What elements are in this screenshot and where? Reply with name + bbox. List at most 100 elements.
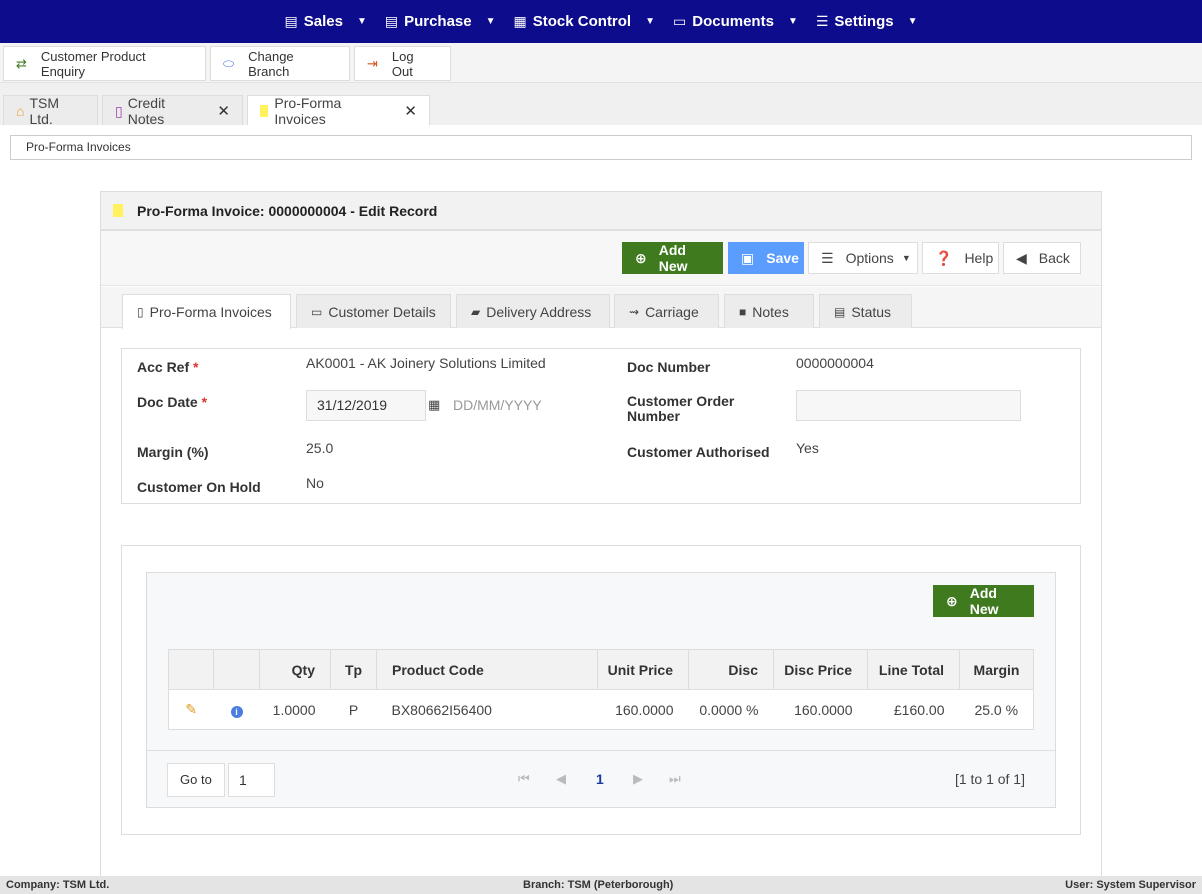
close-icon[interactable]: ✕ <box>404 102 417 120</box>
tab-customer-details[interactable]: ▭ Customer Details <box>296 294 451 328</box>
page-input[interactable]: 1 <box>228 763 275 797</box>
button-label: Add New <box>658 242 688 274</box>
add-new-button[interactable]: ⊕ Add New <box>622 242 723 274</box>
caret-down-icon[interactable]: ▼ <box>788 16 798 27</box>
caret-down-icon[interactable]: ▼ <box>908 16 918 27</box>
customer-order-number-label: Customer Order Number <box>627 394 734 424</box>
tab-tsm-ltd[interactable]: ⌂ TSM Ltd. <box>3 95 98 127</box>
required-mark: * <box>193 359 199 375</box>
button-label: Add New <box>969 585 999 617</box>
top-navigation: ▤ Sales ▼ ▤ Purchase ▼ ▦ Stock Control ▼… <box>0 0 1202 43</box>
change-branch-button[interactable]: ⬭ Change Branch <box>210 46 350 81</box>
column-header[interactable]: Disc Price <box>773 649 868 690</box>
column-header <box>168 649 214 690</box>
customer-product-enquiry-button[interactable]: ⇄ Customer Product Enquiry <box>3 46 206 81</box>
column-header[interactable]: Disc <box>688 649 774 690</box>
lines-table: Qty Tp Product Code Unit Price Disc Disc… <box>168 649 1034 730</box>
back-icon: ◀ <box>1016 249 1027 266</box>
tab-notes[interactable]: ■ Notes <box>724 294 814 328</box>
nav-label: Settings <box>834 13 894 30</box>
acc-ref-value: AK0001 - AK Joinery Solutions Limited <box>306 355 546 371</box>
edit-cell: ✎ <box>168 689 214 730</box>
goto-button[interactable]: Go to <box>167 763 225 797</box>
column-header[interactable]: Tp <box>330 649 377 690</box>
date-format-hint: DD/MM/YYYY <box>453 397 542 413</box>
customer-order-number-input[interactable] <box>796 390 1021 421</box>
caret-down-icon[interactable]: ▼ <box>645 16 655 27</box>
tab-pro-forma-invoices[interactable]: ▯ Pro-Forma Invoices <box>122 294 291 329</box>
customer-on-hold-value: No <box>306 475 324 491</box>
column-header[interactable]: Qty <box>259 649 331 690</box>
disc-cell: 0.0000 % <box>688 689 774 730</box>
options-button[interactable]: ☰ Options ▼ <box>808 242 918 274</box>
sticky-note-icon: ■ <box>739 304 747 319</box>
back-button[interactable]: ◀ Back <box>1003 242 1081 274</box>
nav-label: Documents <box>692 13 774 30</box>
label-text: Customer Order <box>627 393 735 409</box>
enquiry-icon: ⇄ <box>16 55 27 71</box>
caret-down-icon[interactable]: ▼ <box>357 16 367 27</box>
label-text: Acc Ref <box>137 359 190 375</box>
last-page-icon[interactable]: ⏭ <box>669 771 681 787</box>
plus-circle-icon: ⊕ <box>635 249 647 266</box>
tab-label: TSM Ltd. <box>29 95 60 127</box>
save-button[interactable]: ▣ Save <box>728 242 804 274</box>
column-header[interactable]: Unit Price <box>597 649 689 690</box>
record-form: Acc Ref * AK0001 - AK Joinery Solutions … <box>121 348 1081 504</box>
sales-icon: ▤ <box>284 13 298 29</box>
status-bar: Company: TSM Ltd. Branch: TSM (Peterboro… <box>0 876 1202 894</box>
nav-label: Sales <box>303 13 343 30</box>
doc-date-label: Doc Date * <box>137 394 207 410</box>
tp-cell: P <box>330 689 377 730</box>
form-tabs: ▯ Pro-Forma Invoices ▭ Customer Details … <box>101 287 1101 329</box>
tab-carriage[interactable]: ⇝ Carriage <box>614 294 719 328</box>
add-line-button[interactable]: ⊕ Add New <box>933 585 1034 617</box>
nav-purchase[interactable]: ▤ Purchase ▼ <box>376 0 505 43</box>
nav-documents[interactable]: ▭ Documents ▼ <box>664 0 807 43</box>
doc-date-input[interactable]: 31/12/2019 <box>306 390 426 421</box>
breadcrumb: Pro-Forma Invoices <box>10 135 1192 160</box>
lines-grid: ⊕ Add New Qty Tp Product Code Unit Price… <box>146 572 1056 808</box>
branch-status: Branch: TSM (Peterborough) <box>523 879 674 891</box>
unit-price-cell: 160.0000 <box>597 689 689 730</box>
current-page[interactable]: 1 <box>596 771 604 787</box>
next-page-icon[interactable]: ▶ <box>633 771 643 787</box>
first-page-icon[interactable]: ⏮ <box>518 771 530 787</box>
carriage-icon: ⇝ <box>629 304 640 319</box>
column-header[interactable]: Line Total <box>867 649 960 690</box>
tab-delivery-address[interactable]: ▰ Delivery Address <box>456 294 610 328</box>
nav-sales[interactable]: ▤ Sales ▼ <box>276 0 376 43</box>
page-tabs: ⌂ TSM Ltd. ▯ Credit Notes ✕ Pro-Forma In… <box>0 83 1202 127</box>
close-icon[interactable]: ✕ <box>217 102 230 120</box>
line-total-cell: £160.00 <box>867 689 960 730</box>
column-header[interactable]: Margin <box>959 649 1034 690</box>
nav-label: Stock Control <box>532 13 632 30</box>
calendar-icon[interactable]: ▦ <box>428 397 440 413</box>
document-icon: ▯ <box>137 305 144 319</box>
button-label: Save <box>766 250 799 266</box>
column-header[interactable]: Product Code <box>376 649 598 690</box>
pencil-icon[interactable]: ✎ <box>185 701 197 717</box>
tab-pro-forma-invoices[interactable]: Pro-Forma Invoices ✕ <box>247 95 430 127</box>
record-panel: Pro-Forma Invoice: 0000000004 - Edit Rec… <box>100 191 1102 881</box>
nav-stock-control[interactable]: ▦ Stock Control ▼ <box>505 0 664 43</box>
nav-settings[interactable]: ☰ Settings ▼ <box>807 0 927 43</box>
list-icon: ☰ <box>821 249 834 266</box>
prev-page-icon[interactable]: ◀ <box>556 771 566 787</box>
stock-icon: ▦ <box>513 13 527 29</box>
tab-label: Carriage <box>645 303 699 320</box>
purchase-icon: ▤ <box>384 13 399 29</box>
margin-value: 25.0 <box>306 440 334 456</box>
caret-down-icon[interactable]: ▼ <box>486 16 496 27</box>
help-button[interactable]: ❓ Help <box>922 242 999 274</box>
margin-cell: 25.0 % <box>959 689 1034 730</box>
logout-button[interactable]: ⇥ Log Out <box>354 46 451 81</box>
tab-credit-notes[interactable]: ▯ Credit Notes ✕ <box>102 95 243 127</box>
page-title: Pro-Forma Invoice: 0000000004 - Edit Rec… <box>137 202 438 219</box>
tab-label: Status <box>851 303 892 320</box>
company-status: Company: TSM Ltd. <box>6 879 110 891</box>
margin-label: Margin (%) <box>137 444 209 460</box>
action-bar: ⇄ Customer Product Enquiry ⬭ Change Bran… <box>0 43 1202 83</box>
tab-status[interactable]: ▤ Status <box>819 294 912 328</box>
info-icon[interactable]: i <box>230 705 243 718</box>
